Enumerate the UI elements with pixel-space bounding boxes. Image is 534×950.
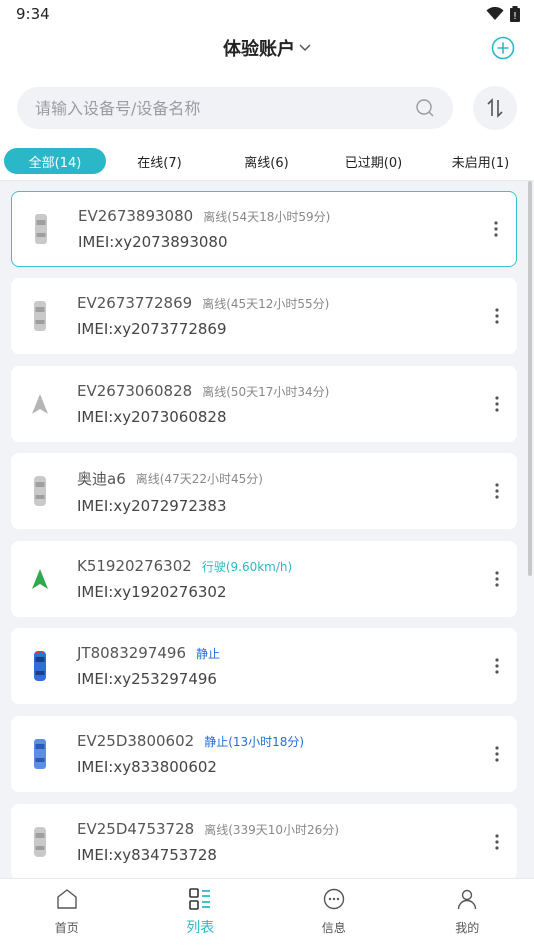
battery-icon: ! (510, 6, 520, 22)
device-info: JT8083297496 静止 IMEI:xy253297496 (69, 644, 477, 688)
device-imei: IMEI:xy2072972383 (77, 496, 227, 515)
tab-inactive[interactable]: 未启用(1) (427, 148, 534, 174)
device-card[interactable]: 奥迪a6 离线(47天22小时45分) IMEI:xy2072972383 (11, 453, 517, 529)
nav-profile[interactable]: 我的 (401, 879, 534, 950)
gray-car-icon (12, 213, 70, 245)
device-info: EV2673772869 离线(45天12小时55分) IMEI:xy207377… (69, 294, 477, 338)
device-name: EV2673893080 (78, 207, 194, 225)
tab-all[interactable]: 全部(14) (4, 148, 106, 174)
device-status: 静止 (196, 646, 221, 661)
device-list[interactable]: EV2673893080 离线(54天18小时59分) IMEI:xy207389… (0, 181, 534, 878)
profile-icon (458, 889, 477, 910)
device-status: 静止(13小时18分) (204, 734, 305, 749)
device-card[interactable]: EV2673772869 离线(45天12小时55分) IMEI:xy207377… (11, 278, 517, 354)
add-device-icon[interactable] (491, 36, 515, 60)
device-info: EV2673060828 离线(50天17小时34分) IMEI:xy207306… (69, 382, 477, 426)
device-name: EV2673060828 (77, 382, 193, 400)
more-icon[interactable] (477, 308, 517, 324)
device-info: EV25D3800602 静止(13小时18分) IMEI:xy833800602 (69, 732, 477, 776)
device-imei: IMEI:xy1920276302 (77, 583, 227, 601)
device-status: 离线(47天22小时45分) (135, 471, 263, 486)
chevron-down-icon (299, 44, 311, 52)
device-imei: IMEI:xy834753728 (77, 846, 217, 864)
green-arrow-icon (11, 568, 69, 590)
device-imei: IMEI:xy253297496 (77, 670, 217, 688)
device-imei: IMEI:xy2073893080 (78, 233, 228, 251)
search-row (17, 86, 517, 130)
search-box[interactable] (17, 87, 453, 129)
filter-tabs: 全部(14) 在线(7) 离线(6) 已过期(0) 未启用(1) (4, 146, 534, 176)
list-scrollbar[interactable] (528, 181, 532, 576)
status-icons: ! (486, 6, 520, 22)
tab-offline[interactable]: 离线(6) (213, 148, 320, 174)
device-name: K51920276302 (77, 557, 192, 575)
nav-label: 信息 (321, 921, 346, 935)
device-imei: IMEI:xy833800602 (77, 758, 217, 776)
device-status: 离线(339天10小时26分) (204, 822, 339, 837)
gray-arrow-icon (11, 393, 69, 415)
more-icon[interactable] (477, 571, 517, 587)
device-imei: IMEI:xy2073772869 (77, 320, 227, 338)
device-card[interactable]: EV25D3800602 静止(13小时18分) IMEI:xy833800602 (11, 716, 517, 792)
nav-label: 首页 (54, 921, 79, 935)
nav-message[interactable]: 信息 (267, 879, 401, 950)
nav-list[interactable]: 列表 (134, 879, 268, 950)
device-info: 奥迪a6 离线(47天22小时45分) IMEI:xy2072972383 (69, 468, 477, 515)
device-name: EV2673772869 (77, 294, 193, 312)
blue-car-icon (11, 738, 69, 770)
device-card[interactable]: EV25D4753728 离线(339天10小时26分) IMEI:xy83475… (11, 804, 517, 878)
device-status: 行驶(9.60km/h) (201, 559, 293, 574)
home-icon (57, 889, 77, 909)
nav-label: 列表 (186, 920, 215, 936)
search-input[interactable] (35, 98, 415, 118)
device-status: 离线(50天17小时34分) (202, 384, 330, 399)
device-card[interactable]: K51920276302 行驶(9.60km/h) IMEI:xy19202763… (11, 541, 517, 617)
blue-car-icon (11, 650, 69, 682)
message-icon (323, 888, 344, 910)
bottom-nav: 首页 列表 信息 我的 (0, 878, 534, 950)
device-info: EV2673893080 离线(54天18小时59分) IMEI:xy207389… (70, 207, 476, 251)
page-title: 体验账户 (223, 39, 295, 60)
header: 体验账户 (0, 30, 534, 66)
status-bar: 9:34 ! (0, 0, 534, 28)
more-icon[interactable] (477, 396, 517, 412)
gray-car-icon (11, 826, 69, 858)
device-card[interactable]: EV2673893080 离线(54天18小时59分) IMEI:xy207389… (11, 191, 517, 267)
device-card[interactable]: EV2673060828 离线(50天17小时34分) IMEI:xy207306… (11, 366, 517, 442)
device-card[interactable]: JT8083297496 静止 IMEI:xy253297496 (11, 628, 517, 704)
status-time: 9:34 (16, 5, 50, 23)
device-name: EV25D4753728 (77, 820, 195, 838)
sort-icon (487, 98, 503, 118)
gray-car-icon (11, 475, 69, 507)
list-icon (189, 888, 211, 910)
wifi-icon (486, 7, 504, 20)
tab-expired[interactable]: 已过期(0) (320, 148, 427, 174)
sort-button[interactable] (473, 86, 517, 130)
device-status: 离线(54天18小时59分) (203, 209, 331, 224)
tab-online[interactable]: 在线(7) (106, 148, 213, 174)
nav-home[interactable]: 首页 (0, 879, 134, 950)
more-icon[interactable] (477, 746, 517, 762)
more-icon[interactable] (477, 483, 517, 499)
battery-glyph: ! (513, 11, 517, 22)
search-icon[interactable] (415, 98, 435, 118)
account-selector[interactable]: 体验账户 (223, 35, 311, 61)
more-icon[interactable] (477, 834, 517, 850)
device-status: 离线(45天12小时55分) (202, 296, 330, 311)
device-name: EV25D3800602 (77, 732, 195, 750)
device-info: EV25D4753728 离线(339天10小时26分) IMEI:xy83475… (69, 820, 477, 864)
device-name: JT8083297496 (77, 644, 187, 662)
more-icon[interactable] (476, 221, 516, 237)
device-name: 奥迪a6 (77, 469, 126, 488)
more-icon[interactable] (477, 658, 517, 674)
gray-car-icon (11, 300, 69, 332)
device-info: K51920276302 行驶(9.60km/h) IMEI:xy19202763… (69, 557, 477, 601)
device-imei: IMEI:xy2073060828 (77, 408, 227, 426)
nav-label: 我的 (455, 921, 480, 935)
